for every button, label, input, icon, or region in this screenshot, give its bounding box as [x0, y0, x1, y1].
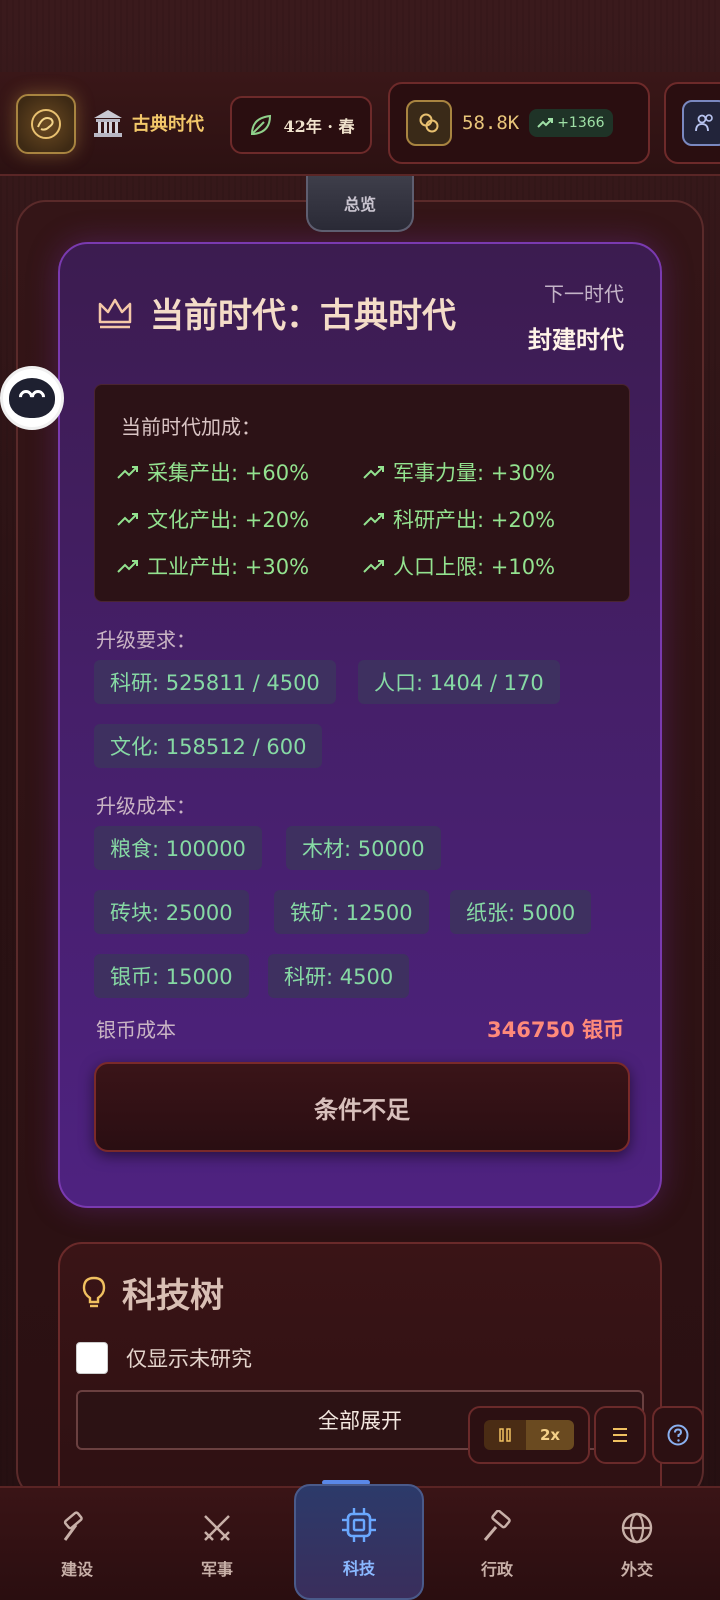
cost-chip: 铁矿: 12500: [274, 890, 429, 934]
era-title-row: 当前时代：古典时代: [96, 288, 456, 337]
year-text: 42年 · 春: [283, 117, 355, 136]
unresearched-checkbox[interactable]: [76, 1342, 108, 1374]
help-button[interactable]: [652, 1406, 704, 1464]
population-chip[interactable]: [664, 82, 720, 164]
swords-icon: [204, 1515, 230, 1541]
next-era-value: 封建时代: [528, 326, 624, 354]
dragon-emblem-icon: [31, 109, 61, 139]
trend-up-icon: [537, 118, 554, 128]
nav-item-military[interactable]: 军事: [152, 1488, 282, 1600]
cost-chip: 纸张: 5000: [450, 890, 592, 934]
silver-cost-value: 346750 银币: [487, 1018, 624, 1042]
gavel-icon: [483, 1510, 511, 1541]
chip-icon: [342, 1508, 376, 1542]
nav-label-military: 军事: [200, 1560, 233, 1579]
tech-title-row: 科技树: [82, 1268, 224, 1317]
nav-item-diplomacy[interactable]: 外交: [572, 1488, 702, 1600]
bonus-label: 采集产出: +60%: [147, 461, 310, 485]
bonus-title: 当前时代加成：: [121, 415, 261, 439]
trend-up-icon: [117, 466, 138, 479]
bonus-item: 人口上限: +10%: [363, 551, 555, 581]
nav-item-build[interactable]: 建设: [12, 1488, 142, 1600]
era-bonus-box: 当前时代加成： 采集产出: +60% 军事力量: +30% 文化产出: +20%…: [94, 384, 630, 602]
requirement-chip: 科研: 525811 / 4500: [94, 660, 336, 704]
cost-label: 升级成本：: [96, 794, 196, 818]
coin-delta-text: +1366: [557, 115, 605, 131]
assistant-face-icon: [9, 378, 55, 418]
menu-icon: [613, 1428, 627, 1442]
coin-delta-badge: +1366: [529, 109, 613, 137]
globe-icon: [621, 1512, 653, 1544]
tech-tree-title: 科技树: [122, 1276, 224, 1316]
nav-label-build: 建设: [60, 1560, 93, 1579]
people-icon: [682, 100, 720, 146]
bonus-label: 科研产出: +20%: [393, 508, 556, 532]
menu-button[interactable]: [594, 1406, 646, 1464]
bottom-navigation: 建设 军事 科技 行政 外交: [0, 1480, 720, 1600]
bonus-item: 文化产出: +20%: [117, 504, 309, 534]
nav-label-tech: 科技: [342, 1559, 375, 1578]
help-icon: [667, 1424, 689, 1446]
era-card: 当前时代：古典时代 下一时代 封建时代 当前时代加成： 采集产出: +60% 军…: [58, 242, 662, 1208]
requirements-label: 升级要求：: [96, 628, 196, 652]
coins-icon: [406, 100, 452, 146]
era-indicator: 古典时代: [92, 108, 204, 138]
requirement-chip: 人口: 1404 / 170: [358, 660, 560, 704]
bonus-item: 军事力量: +30%: [363, 457, 555, 487]
bonus-label: 军事力量: +30%: [393, 461, 556, 485]
upgrade-era-button[interactable]: 条件不足: [94, 1062, 630, 1152]
nav-item-admin[interactable]: 行政: [432, 1488, 562, 1600]
unresearched-checkbox-label: 仅显示未研究: [126, 1347, 252, 1371]
lightbulb-icon: [82, 1276, 106, 1307]
era-title: 当前时代：古典时代: [150, 296, 456, 336]
hammer-icon: [63, 1511, 83, 1541]
top-status-bar: 古典时代 42年 · 春 58.8K +1366: [0, 72, 720, 176]
nav-item-tech[interactable]: 科技: [294, 1484, 424, 1600]
tab-overview[interactable]: 总览: [306, 176, 414, 232]
cost-chip: 科研: 4500: [268, 954, 410, 998]
speed-toggle: 2x: [484, 1420, 574, 1450]
crown-icon: [98, 298, 132, 328]
nav-label-admin: 行政: [480, 1560, 513, 1579]
requirement-chip: 文化: 158512 / 600: [94, 724, 323, 768]
bonus-label: 文化产出: +20%: [147, 508, 310, 532]
trend-up-icon: [363, 560, 384, 573]
cost-chip: 粮食: 100000: [94, 826, 262, 870]
bonus-item: 科研产出: +20%: [363, 504, 555, 534]
unresearched-filter[interactable]: 仅显示未研究: [76, 1342, 252, 1374]
speed-value[interactable]: 2x: [526, 1420, 574, 1450]
cost-chip: 木材: 50000: [286, 826, 441, 870]
silver-cost-label: 银币成本: [96, 1018, 176, 1042]
assistant-avatar[interactable]: [0, 366, 64, 430]
bonus-label: 工业产出: +30%: [147, 555, 310, 579]
leaf-icon: [250, 114, 271, 135]
bonus-label: 人口上限: +10%: [393, 555, 556, 579]
coin-chip[interactable]: 58.8K +1366: [388, 82, 650, 164]
temple-icon: [94, 110, 122, 137]
trend-up-icon: [117, 560, 138, 573]
bonus-item: 采集产出: +60%: [117, 457, 309, 487]
trend-up-icon: [363, 513, 384, 526]
cost-chip: 银币: 15000: [94, 954, 249, 998]
tab-overview-label: 总览: [343, 195, 376, 214]
year-chip[interactable]: 42年 · 春: [230, 96, 372, 154]
era-name: 古典时代: [132, 114, 204, 135]
coin-value: 58.8K: [462, 112, 520, 134]
trend-up-icon: [363, 466, 384, 479]
game-speed-control[interactable]: 2x: [468, 1406, 590, 1464]
pause-icon[interactable]: [484, 1420, 526, 1450]
next-era-label: 下一时代: [544, 282, 624, 306]
trend-up-icon: [117, 513, 138, 526]
nav-label-diplomacy: 外交: [620, 1560, 653, 1579]
bonus-item: 工业产出: +30%: [117, 551, 309, 581]
era-emblem-button[interactable]: [16, 94, 76, 154]
cost-chip: 砖块: 25000: [94, 890, 249, 934]
